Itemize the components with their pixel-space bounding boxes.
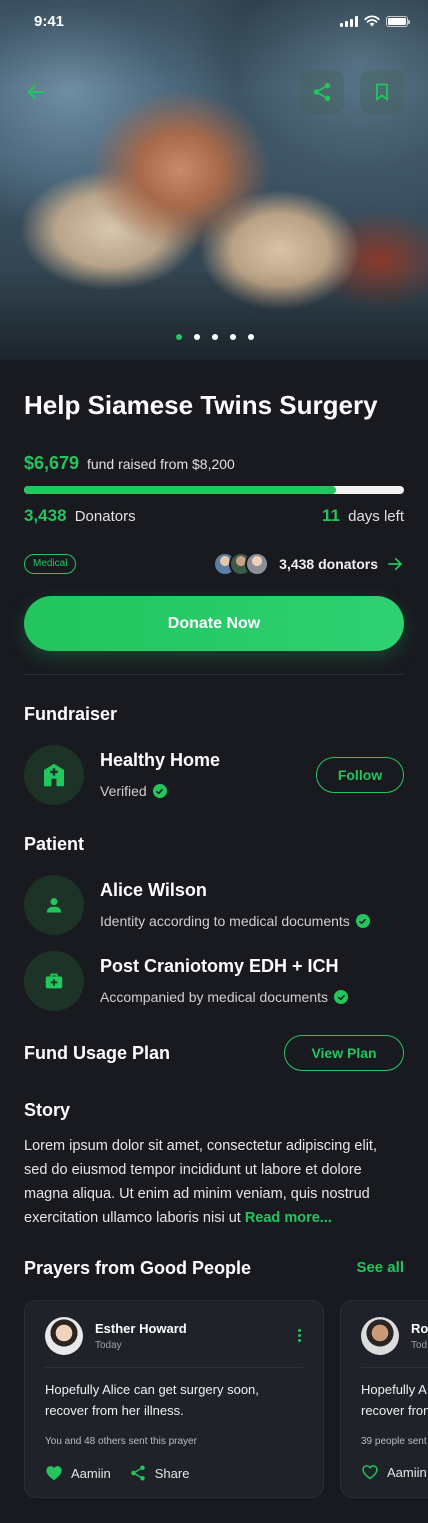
bookmark-button[interactable] [360, 70, 404, 114]
donators-stat: 3,438 Donators [24, 506, 136, 526]
donor-avatars [213, 552, 270, 576]
patient-condition: Post Craniotomy EDH + ICH [100, 956, 339, 976]
hospital-icon [44, 763, 64, 787]
carousel-dot[interactable] [194, 334, 200, 340]
divider [361, 1367, 428, 1368]
campaign-title: Help Siamese Twins Surgery [24, 390, 378, 420]
arrow-left-icon [27, 84, 45, 100]
patient-condition-note: Accompanied by medical documents [100, 989, 349, 1005]
prayer-date: Tod [411, 1340, 428, 1351]
carousel-dot[interactable] [212, 334, 218, 340]
heart-outline-icon [362, 1465, 378, 1480]
prayer-card-header: Ro Tod [361, 1317, 428, 1355]
prayer-card[interactable]: Ro Tod Hopefully A recover fron 39 peopl… [340, 1300, 428, 1498]
carousel-dots[interactable] [176, 334, 254, 340]
prayer-author: Ro [411, 1321, 428, 1336]
status-icons [340, 15, 410, 27]
share-label: Share [154, 1465, 190, 1481]
share-icon [313, 82, 331, 102]
carousel-dot[interactable] [230, 334, 236, 340]
hero-image[interactable]: 9:41 [0, 0, 428, 360]
arrow-right-icon [388, 557, 402, 571]
condition-icon-wrap [24, 951, 84, 1011]
avatar [45, 1317, 83, 1355]
prayer-card-header: Esther Howard Today [45, 1317, 187, 1355]
fundraiser-status: Verified [100, 783, 167, 799]
raised-text: fund raised from $8,200 [86, 456, 235, 472]
verified-icon [152, 784, 167, 798]
patient-identity-text: Identity according to medical documents [100, 913, 350, 929]
share-icon [131, 1465, 145, 1481]
days-left-label: days left [348, 508, 404, 525]
medical-kit-icon [45, 973, 63, 989]
category-chip[interactable]: Medical [24, 554, 77, 574]
donators-label: Donators [74, 508, 136, 525]
patient-heading: Patient [24, 834, 85, 854]
avatar [361, 1317, 399, 1355]
patient-name: Alice Wilson [100, 880, 207, 900]
divider [45, 1367, 303, 1368]
hero-overlay [0, 0, 428, 360]
prayer-actions: Aamiin [361, 1464, 427, 1480]
donators-count: 3,438 [24, 506, 67, 525]
verified-icon [334, 990, 349, 1004]
avatar [245, 552, 270, 576]
fundraiser-logo [24, 745, 84, 805]
read-more-link[interactable]: Read more... [245, 1210, 332, 1226]
status-bar: 9:41 [0, 0, 428, 44]
aamiin-label: Aamiin [387, 1464, 427, 1480]
aamiin-button[interactable]: Aamiin [361, 1464, 427, 1480]
prayer-actions: Aamiin Share [45, 1464, 189, 1482]
share-button[interactable] [300, 70, 344, 114]
patient-condition-text: Accompanied by medical documents [100, 989, 329, 1005]
person-icon [46, 898, 62, 913]
prayer-author: Esther Howard [95, 1321, 187, 1336]
days-left-count: 11 [321, 506, 340, 525]
story-heading: Story [24, 1100, 71, 1120]
prayer-message: Hopefully A recover fron [361, 1382, 428, 1418]
fundraiser-heading: Fundraiser [24, 704, 118, 724]
prayer-date: Today [95, 1340, 122, 1351]
share-prayer-button[interactable]: Share [129, 1464, 190, 1482]
donors-link-text: 3,438 donators [279, 556, 378, 572]
story-text: Lorem ipsum dolor sit amet, consectetur … [24, 1134, 404, 1230]
fundraiser-name[interactable]: Healthy Home [100, 750, 220, 771]
patient-avatar [24, 875, 84, 935]
wifi-icon [364, 15, 380, 27]
fund-plan-heading: Fund Usage Plan [24, 1043, 171, 1063]
aamiin-label: Aamiin [71, 1465, 111, 1481]
prayer-count: You and 48 others sent this prayer [45, 1436, 197, 1447]
view-plan-button[interactable]: View Plan [284, 1035, 404, 1071]
see-all-link[interactable]: See all [356, 1259, 404, 1276]
verified-icon [355, 914, 370, 928]
donate-now-button[interactable]: Donate Now [24, 596, 404, 651]
prayers-heading: Prayers from Good People [24, 1258, 252, 1278]
fundraiser-status-text: Verified [100, 783, 147, 799]
follow-button[interactable]: Follow [316, 757, 404, 793]
patient-identity-note: Identity according to medical documents [100, 913, 370, 929]
donors-link[interactable]: 3,438 donators [213, 552, 404, 576]
back-button[interactable] [14, 70, 58, 114]
prayer-count: 39 people sent [361, 1436, 427, 1447]
funding-progress-bar [24, 486, 404, 494]
funding-progress-fill [24, 486, 336, 494]
prayer-message: Hopefully Alice can get surgery soon, re… [45, 1382, 259, 1418]
signal-icon [340, 15, 358, 27]
carousel-dot[interactable] [176, 334, 182, 340]
carousel-dot[interactable] [248, 334, 254, 340]
more-options-icon[interactable] [298, 1329, 301, 1342]
status-time: 9:41 [34, 13, 65, 30]
battery-icon [386, 15, 410, 27]
prayer-card[interactable]: Esther Howard Today Hopefully Alice can … [24, 1300, 324, 1498]
aamiin-button[interactable]: Aamiin [45, 1465, 111, 1481]
divider [24, 674, 404, 675]
heart-icon [46, 1466, 62, 1481]
raised-summary: $6,679 fund raised from $8,200 [24, 453, 235, 474]
bookmark-icon [376, 83, 388, 101]
days-left-stat: 11 days left [322, 506, 404, 526]
raised-amount: $6,679 [24, 453, 80, 473]
